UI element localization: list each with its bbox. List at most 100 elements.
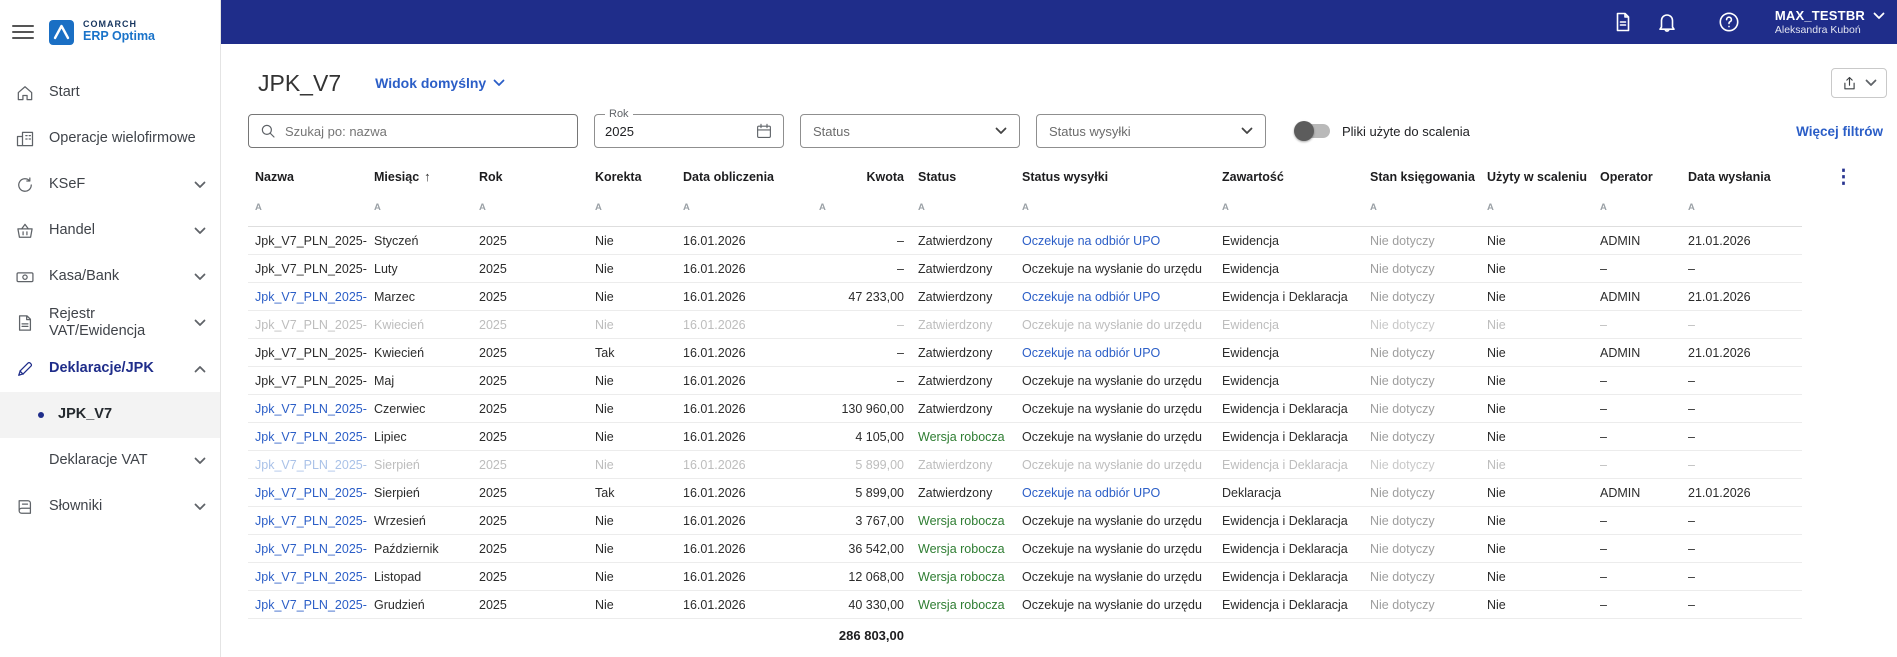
status-wysylki-text[interactable]: Oczekuje na wysłanie do urzędu (1022, 570, 1202, 584)
status-wysylki-select[interactable]: Status wysyłki (1036, 114, 1266, 148)
table-row[interactable]: Jpk_V7_PLN_2025- Sierpień 2025 Nie 16.01… (248, 451, 1894, 479)
text-filter-icon[interactable] (255, 202, 263, 213)
column-header[interactable]: Status (911, 160, 1015, 193)
calendar-icon[interactable] (755, 122, 773, 140)
status-wysylki-text[interactable]: Oczekuje na wysłanie do urzędu (1022, 318, 1202, 332)
table-row[interactable]: Jpk_V7_PLN_2025- Kwiecień 2025 Nie 16.01… (248, 311, 1894, 339)
row-name[interactable]: Jpk_V7_PLN_2025- (255, 570, 367, 584)
column-header[interactable]: Stan księgowania (1363, 160, 1480, 193)
table-row[interactable]: Jpk_V7_PLN_2025- Listopad 2025 Nie 16.01… (248, 563, 1894, 591)
row-name[interactable]: Jpk_V7_PLN_2025- (255, 318, 367, 332)
text-filter-icon[interactable] (595, 202, 603, 213)
row-name[interactable]: Jpk_V7_PLN_2025- (255, 458, 367, 472)
table-row[interactable]: Jpk_V7_PLN_2025- Maj 2025 Nie 16.01.2026… (248, 367, 1894, 395)
cell-zawartosc: Ewidencja i Deklaracja (1215, 591, 1363, 619)
documents-icon[interactable] (1611, 10, 1635, 34)
status-wysylki-text[interactable]: Oczekuje na odbiór UPO (1022, 486, 1160, 500)
text-filter-icon[interactable] (1688, 202, 1696, 213)
status-wysylki-text[interactable]: Oczekuje na wysłanie do urzędu (1022, 374, 1202, 388)
more-filters-link[interactable]: Więcej filtrów (1796, 124, 1883, 139)
table-row[interactable]: Jpk_V7_PLN_2025- Kwiecień 2025 Tak 16.01… (248, 339, 1894, 367)
cell-stan-ksiegowania: Nie dotyczy (1363, 339, 1480, 367)
status-wysylki-text[interactable]: Oczekuje na wysłanie do urzędu (1022, 262, 1202, 276)
row-name[interactable]: Jpk_V7_PLN_2025- (255, 402, 367, 416)
column-header[interactable]: Rok (472, 160, 588, 193)
sidebar-item-ksef[interactable]: KSeF (0, 162, 220, 208)
column-header[interactable]: Korekta (588, 160, 676, 193)
sidebar-item-deklaracje-vat[interactable]: Deklaracje VAT (0, 438, 220, 484)
status-wysylki-text[interactable]: Oczekuje na wysłanie do urzędu (1022, 402, 1202, 416)
sidebar-item-jpk-v7[interactable]: JPK_V7 (0, 392, 220, 438)
status-wysylki-text[interactable]: Oczekuje na wysłanie do urzędu (1022, 514, 1202, 528)
text-filter-icon[interactable] (1370, 202, 1378, 213)
row-name[interactable]: Jpk_V7_PLN_2025- (255, 542, 367, 556)
row-name[interactable]: Jpk_V7_PLN_2025- (255, 598, 367, 612)
sidebar-item-deklaracje-jpk[interactable]: Deklaracje/JPK (0, 346, 220, 392)
text-filter-icon[interactable] (1022, 202, 1030, 213)
sidebar-item-slowniki[interactable]: Słowniki (0, 484, 220, 530)
row-name[interactable]: Jpk_V7_PLN_2025- (255, 290, 367, 304)
column-header[interactable]: Miesiąc (367, 160, 472, 193)
table-row[interactable]: Jpk_V7_PLN_2025- Czerwiec 2025 Nie 16.01… (248, 395, 1894, 423)
text-filter-icon[interactable] (1222, 202, 1230, 213)
user-menu[interactable]: MAX_TESTBR Aleksandra Kuboń (1775, 8, 1885, 36)
table-row[interactable]: Jpk_V7_PLN_2025- Sierpień 2025 Tak 16.01… (248, 479, 1894, 507)
column-header[interactable]: Kwota (812, 160, 911, 193)
row-name[interactable]: Jpk_V7_PLN_2025- (255, 514, 367, 528)
status-wysylki-text[interactable]: Oczekuje na wysłanie do urzędu (1022, 458, 1202, 472)
table-row[interactable]: Jpk_V7_PLN_2025- Luty 2025 Nie 16.01.202… (248, 255, 1894, 283)
status-wysylki-text[interactable]: Oczekuje na odbiór UPO (1022, 234, 1160, 248)
row-name[interactable]: Jpk_V7_PLN_2025- (255, 486, 367, 500)
column-header[interactable]: Zawartość (1215, 160, 1363, 193)
status-select[interactable]: Status (800, 114, 1020, 148)
menu-hamburger-icon[interactable] (12, 25, 34, 39)
cell-nazwa: Jpk_V7_PLN_2025- (248, 507, 367, 535)
column-header[interactable]: Data obliczenia (676, 160, 812, 193)
text-filter-icon[interactable] (918, 202, 926, 213)
comarch-logo: COMARCH ERP Optima (48, 19, 155, 46)
notifications-icon[interactable] (1655, 10, 1679, 34)
merge-files-toggle[interactable] (1296, 124, 1330, 138)
text-filter-icon[interactable] (479, 202, 487, 213)
merge-toggle-group: Pliki użyte do scalenia (1296, 124, 1470, 139)
sidebar-item-start[interactable]: Start (0, 70, 220, 116)
row-name[interactable]: Jpk_V7_PLN_2025- (255, 262, 367, 276)
column-header[interactable]: Nazwa (248, 160, 367, 193)
table-row[interactable]: Jpk_V7_PLN_2025- Lipiec 2025 Nie 16.01.2… (248, 423, 1894, 451)
status-wysylki-text[interactable]: Oczekuje na odbiór UPO (1022, 290, 1160, 304)
rok-field[interactable]: Rok 2025 (594, 114, 784, 148)
column-header[interactable]: Użyty w scaleniu (1480, 160, 1593, 193)
text-filter-icon[interactable] (683, 202, 691, 213)
text-filter-icon[interactable] (374, 202, 382, 213)
table-row[interactable]: Jpk_V7_PLN_2025- Październik 2025 Nie 16… (248, 535, 1894, 563)
sidebar-item-handel[interactable]: Handel (0, 208, 220, 254)
export-button[interactable] (1831, 68, 1887, 98)
status-wysylki-text[interactable]: Oczekuje na wysłanie do urzędu (1022, 430, 1202, 444)
status-wysylki-text[interactable]: Oczekuje na odbiór UPO (1022, 346, 1160, 360)
table-row[interactable]: Jpk_V7_PLN_2025- Grudzień 2025 Nie 16.01… (248, 591, 1894, 619)
search-input[interactable] (285, 124, 567, 139)
sidebar-item-kasa-bank[interactable]: Kasa/Bank (0, 254, 220, 300)
text-filter-icon[interactable] (819, 202, 827, 213)
text-filter-icon[interactable] (1487, 202, 1495, 213)
row-name[interactable]: Jpk_V7_PLN_2025- (255, 374, 367, 388)
table-row[interactable]: Jpk_V7_PLN_2025- Styczeń 2025 Nie 16.01.… (248, 227, 1894, 255)
row-name[interactable]: Jpk_V7_PLN_2025- (255, 430, 367, 444)
column-header[interactable]: Operator (1593, 160, 1681, 193)
status-wysylki-text[interactable]: Oczekuje na wysłanie do urzędu (1022, 598, 1202, 612)
view-selector[interactable]: Widok domyślny (375, 75, 505, 91)
help-icon[interactable] (1717, 10, 1741, 34)
table-row[interactable]: Jpk_V7_PLN_2025- Wrzesień 2025 Nie 16.01… (248, 507, 1894, 535)
table-row[interactable]: Jpk_V7_PLN_2025- Marzec 2025 Nie 16.01.2… (248, 283, 1894, 311)
column-header[interactable]: Status wysyłki (1015, 160, 1215, 193)
row-name[interactable]: Jpk_V7_PLN_2025- (255, 346, 367, 360)
text-filter-icon[interactable] (1600, 202, 1608, 213)
sidebar-item-rejestr-vat[interactable]: Rejestr VAT/Ewidencja (0, 300, 220, 346)
sidebar-nav: Start Operacje wielofirmowe KSeF Handel … (0, 70, 220, 530)
row-name[interactable]: Jpk_V7_PLN_2025- (255, 234, 367, 248)
grid-options-kebab-icon[interactable] (1834, 168, 1853, 187)
status-wysylki-text[interactable]: Oczekuje na wysłanie do urzędu (1022, 542, 1202, 556)
column-header[interactable]: Data wysłania (1681, 160, 1802, 193)
sidebar-item-operacje-wielofirmowe[interactable]: Operacje wielofirmowe (0, 116, 220, 162)
cell-data-wyslania: – (1681, 451, 1802, 479)
